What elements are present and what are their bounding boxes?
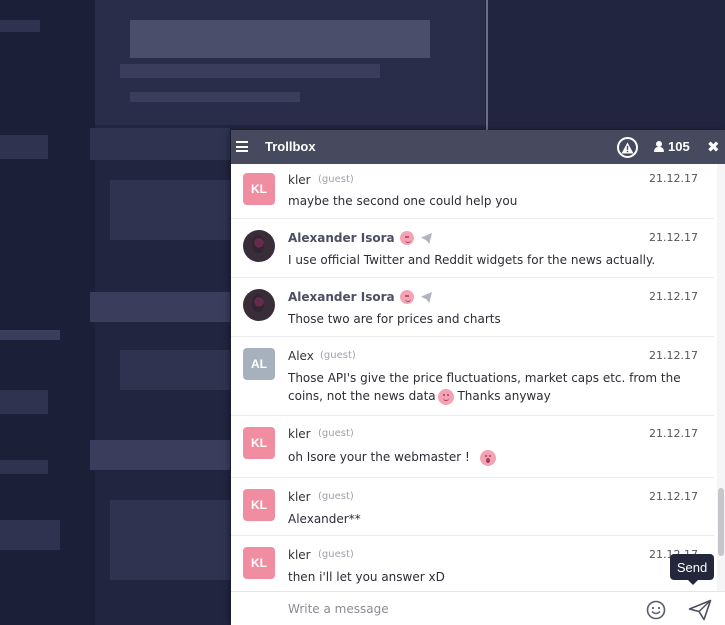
- close-icon[interactable]: ✖: [707, 137, 720, 157]
- message-list[interactable]: KL kler (guest) 21.12.17 maybe the secon…: [231, 164, 725, 591]
- message-date: 21.12.17: [649, 490, 698, 503]
- message-item: KL kler (guest) 21.12.17 then i'll let y…: [231, 536, 714, 591]
- piggy-emoji-icon: [400, 290, 414, 304]
- online-user-count: 105: [668, 139, 690, 154]
- message-date: 21.12.17: [649, 172, 698, 185]
- smiley-icon[interactable]: [646, 600, 666, 620]
- message-item: KL kler (guest) 21.12.17 maybe the secon…: [231, 164, 714, 219]
- scrollbar-thumb[interactable]: [718, 488, 724, 556]
- message-text: oh Isore your the webmaster !: [288, 448, 693, 466]
- avatar: KL: [243, 173, 275, 205]
- smile-emoji-icon: [437, 388, 454, 405]
- user-icon: [654, 141, 664, 152]
- trollbox-panel: Trollbox 105 ✖ KL kler (guest) 21.12.17 …: [231, 130, 725, 625]
- message-date: 21.12.17: [649, 290, 698, 303]
- message-author[interactable]: kler: [288, 548, 311, 562]
- piggy-emoji-icon: [400, 231, 414, 245]
- message-date: 21.12.17: [649, 349, 698, 362]
- message-author[interactable]: Alex: [288, 349, 314, 363]
- avatar: KL: [243, 427, 275, 459]
- telegram-icon: [421, 292, 432, 303]
- avatar: [243, 289, 275, 321]
- trollbox-header: Trollbox 105 ✖: [231, 130, 725, 164]
- message-text: then i'll let you answer xD: [288, 570, 445, 584]
- message-text: maybe the second one could help you: [288, 194, 518, 208]
- avatar: KL: [243, 547, 275, 579]
- message-item: KL kler (guest) 21.12.17 Alexander**: [231, 478, 714, 536]
- guest-tag: (guest): [318, 174, 354, 185]
- message-date: 21.12.17: [649, 231, 698, 244]
- message-author[interactable]: kler: [288, 173, 311, 187]
- message-input[interactable]: [288, 598, 618, 620]
- paper-plane-icon[interactable]: [688, 599, 712, 621]
- message-author[interactable]: kler: [288, 490, 311, 504]
- message-author[interactable]: Alexander Isora: [288, 290, 395, 304]
- surprised-emoji-icon: [479, 449, 496, 466]
- guest-tag: (guest): [318, 549, 354, 560]
- trollbox-title: Trollbox: [265, 139, 316, 154]
- message-item: KL kler (guest) 21.12.17 oh Isore your t…: [231, 416, 714, 478]
- message-date: 21.12.17: [649, 427, 698, 440]
- avatar: KL: [243, 489, 275, 521]
- avatar: AL: [243, 348, 275, 380]
- avatar: [243, 230, 275, 262]
- message-text: Alexander**: [288, 512, 361, 526]
- message-text: I use official Twitter and Reddit widget…: [288, 253, 656, 267]
- message-item: Alexander Isora 21.12.17 I use official …: [231, 219, 714, 278]
- message-text-part: oh Isore your the webmaster !: [288, 450, 470, 464]
- guest-tag: (guest): [318, 491, 354, 502]
- message-author[interactable]: Alexander Isora: [288, 231, 395, 245]
- hamburger-menu-icon[interactable]: [236, 141, 248, 152]
- scrollbar[interactable]: [717, 164, 725, 591]
- telegram-icon: [421, 233, 432, 244]
- message-composer: [231, 591, 725, 625]
- message-item: Alexander Isora 21.12.17 Those two are f…: [231, 278, 714, 337]
- send-tooltip: Send: [670, 554, 714, 585]
- message-author[interactable]: kler: [288, 427, 311, 441]
- message-text: Those API's give the price fluctuations,…: [288, 369, 688, 405]
- message-text: Those two are for prices and charts: [288, 312, 501, 326]
- guest-tag: (guest): [320, 350, 356, 361]
- message-item: AL Alex (guest) 21.12.17 Those API's giv…: [231, 337, 714, 416]
- message-text-part: Thanks anyway: [453, 389, 551, 403]
- guest-tag: (guest): [318, 428, 354, 439]
- warning-triangle-icon[interactable]: [617, 137, 638, 158]
